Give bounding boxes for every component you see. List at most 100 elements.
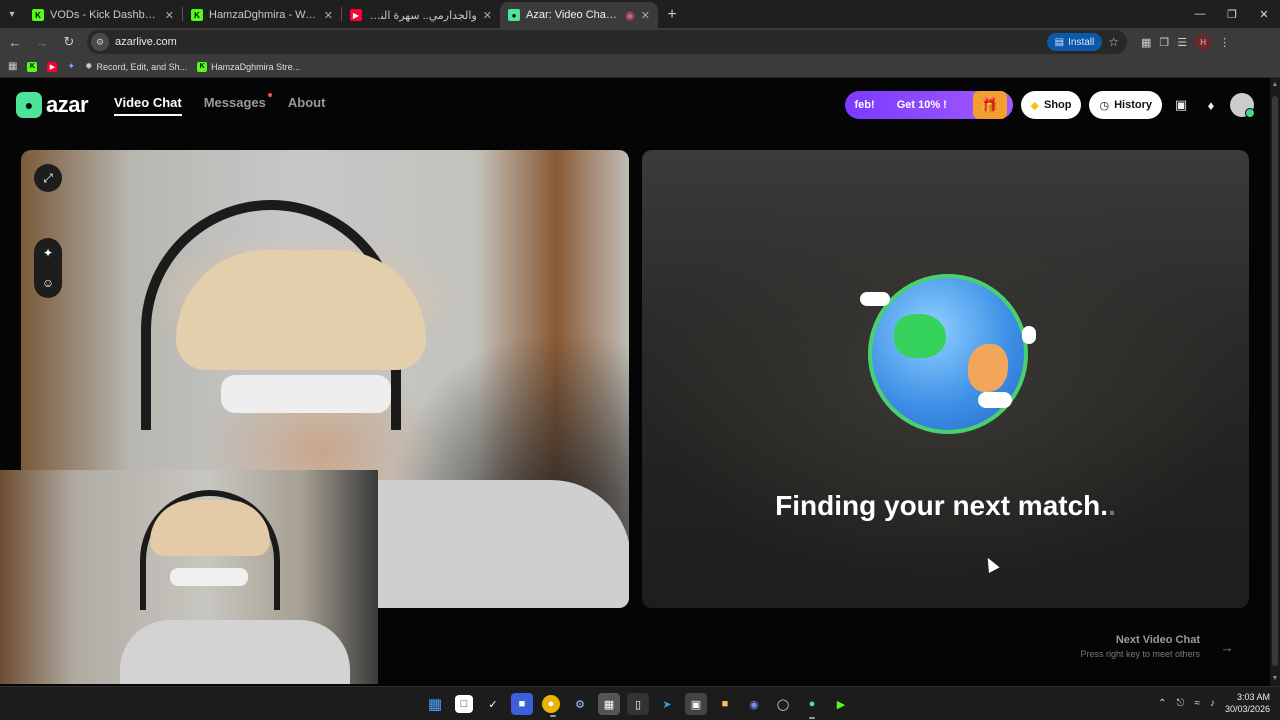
overlay-cap xyxy=(150,500,270,556)
install-icon: ▤ xyxy=(1054,36,1065,48)
promo-text-left: feb! xyxy=(854,99,875,111)
chrome-active-icon[interactable]: ● xyxy=(801,693,823,719)
shop-button[interactable]: ◆ Shop xyxy=(1020,91,1082,119)
url-text[interactable]: azarlive.com xyxy=(115,36,177,48)
file-explorer-icon[interactable]: ■ xyxy=(714,693,736,715)
telegram-icon[interactable]: ➤ xyxy=(656,693,678,715)
bookmark-star-icon[interactable]: ☆ xyxy=(1108,35,1119,49)
extension-icon[interactable]: ▦ xyxy=(1141,36,1151,49)
install-app-button[interactable]: ▤ Install xyxy=(1046,33,1103,51)
sparkle-icon: ✦ xyxy=(67,61,75,71)
azar-logo-icon: ● xyxy=(16,92,42,118)
video-subject-cap xyxy=(176,250,426,370)
close-tab-icon[interactable]: ✕ xyxy=(641,9,650,22)
nav-label: Messages xyxy=(203,94,266,110)
shop-label: Shop xyxy=(1043,99,1072,111)
toolbar-icons: ▦ ❐ ☰ H ⋮ xyxy=(1141,34,1230,50)
new-tab-button[interactable]: + xyxy=(658,2,686,28)
menu-kebab-icon[interactable]: ⋮ xyxy=(1219,36,1230,49)
close-window-icon[interactable]: ✕ xyxy=(1248,0,1280,28)
arrow-right-icon[interactable]: → xyxy=(1216,636,1238,658)
microphone-icon[interactable]: ⎋ xyxy=(1177,698,1185,709)
system-tray: ⌃ ⎋ ≈ ♪ 3:03 AM 30/03/2026 xyxy=(1158,691,1270,715)
azar-logo[interactable]: ● azar xyxy=(16,92,89,118)
history-button[interactable]: ◷ History xyxy=(1089,91,1162,119)
apps-grid-icon[interactable]: ▦ xyxy=(8,61,17,72)
back-icon[interactable]: ← xyxy=(3,30,27,54)
terminal-icon[interactable]: ▯ xyxy=(627,693,649,715)
kick-icon: K xyxy=(191,9,203,21)
page-scrollbar[interactable]: ▲ ▼ xyxy=(1270,78,1280,686)
restore-icon[interactable]: ❐ xyxy=(1216,0,1248,28)
nav-about[interactable]: About xyxy=(288,95,326,116)
tab-kick-dashboard[interactable]: K VODs - Kick Dashboard ✕ xyxy=(24,2,182,28)
scroll-down-icon[interactable]: ▼ xyxy=(1270,674,1280,684)
overlay-glasses xyxy=(170,568,248,586)
chrome-icon[interactable]: ● xyxy=(542,695,560,717)
app-icon[interactable]: ▣ xyxy=(685,693,707,715)
treasure-chest-icon: 🎁 xyxy=(972,91,1007,119)
site-info-icon[interactable]: ⚙ xyxy=(91,33,109,51)
close-tab-icon[interactable]: ✕ xyxy=(483,9,492,22)
history-label: History xyxy=(1114,99,1152,111)
forward-icon[interactable]: → xyxy=(30,30,54,54)
tab-azar[interactable]: ● Azar: Video Chat with New ◉ ✕ xyxy=(500,2,658,28)
task-view-icon[interactable]: □ xyxy=(455,695,473,713)
blue-app-icon[interactable]: ■ xyxy=(511,693,533,715)
partner-video-panel: Finding your next match.. xyxy=(642,150,1249,608)
bookmark-hamza[interactable]: K HamzaDghmira Stre... xyxy=(197,61,300,72)
tab-search-icon[interactable]: ▾ xyxy=(0,0,24,28)
checkmark-app-icon[interactable]: ✓ xyxy=(482,693,504,715)
close-tab-icon[interactable]: ✕ xyxy=(165,9,174,22)
inbox-icon[interactable]: ▣ xyxy=(1170,94,1192,116)
taskbar-clock[interactable]: 3:03 AM 30/03/2026 xyxy=(1225,691,1270,715)
profile-avatar[interactable]: H xyxy=(1195,34,1212,50)
kick-studio-icon[interactable]: ▶ xyxy=(830,693,852,715)
bookmark-sparkle[interactable]: ✦ xyxy=(67,61,75,72)
obs-icon[interactable]: ◯ xyxy=(772,693,794,715)
nav-messages[interactable]: Messages xyxy=(203,92,272,116)
tab-title: والجدارمي.. سهرة النشاط بامتياز xyxy=(368,9,477,22)
wifi-icon[interactable]: ≈ xyxy=(1194,698,1200,709)
youtube-icon: ▶ xyxy=(47,61,58,72)
store-icon[interactable]: ▦ xyxy=(598,693,620,715)
loom-icon: ✸ xyxy=(85,61,93,71)
discord-icon[interactable]: ◉ xyxy=(743,693,765,715)
promo-banner[interactable]: feb! Get 10% ! 🎁 xyxy=(844,91,1013,119)
address-bar[interactable]: ⚙ azarlive.com ▤ Install ☆ xyxy=(87,30,1127,54)
azar-page: ● azar Video Chat Messages About feb! Ge… xyxy=(0,78,1270,686)
tab-hamza-vods[interactable]: K HamzaDghmira - Watch the VO ✕ xyxy=(183,2,341,28)
globe-land-orange xyxy=(968,344,1008,392)
logo-text: azar xyxy=(46,92,89,117)
scroll-up-icon[interactable]: ▲ xyxy=(1270,80,1280,90)
main-nav: Video Chat Messages About xyxy=(114,92,326,116)
reload-icon[interactable]: ↻ xyxy=(57,30,81,54)
bookmark-loom[interactable]: ✸ Record, Edit, and Sh... xyxy=(85,61,187,72)
steam-icon[interactable]: ⚙ xyxy=(569,693,591,715)
bookmark-youtube[interactable]: ▶ xyxy=(47,61,58,72)
site-header: ● azar Video Chat Messages About feb! Ge… xyxy=(16,90,1255,120)
user-avatar[interactable] xyxy=(1230,93,1255,118)
overlay-shirt xyxy=(120,620,350,684)
face-filter-icon[interactable]: ☺ xyxy=(34,268,62,298)
puzzle-icon[interactable]: ❐ xyxy=(1159,36,1169,49)
tray-expand-icon[interactable]: ⌃ xyxy=(1158,698,1166,709)
expand-icon[interactable]: ⤢ xyxy=(34,164,62,192)
bell-icon[interactable]: ♦ xyxy=(1200,94,1222,116)
windows-start-icon[interactable]: ▦ xyxy=(424,693,446,715)
bookmark-kick[interactable]: K xyxy=(27,61,38,72)
magic-wand-icon[interactable]: ✦ xyxy=(34,238,62,268)
nav-video-chat[interactable]: Video Chat xyxy=(114,95,182,116)
tab-youtube[interactable]: ▶ والجدارمي.. سهرة النشاط بامتياز ✕ xyxy=(342,2,500,28)
close-tab-icon[interactable]: ✕ xyxy=(324,9,333,22)
install-label: Install xyxy=(1068,36,1095,48)
volume-icon[interactable]: ♪ xyxy=(1210,698,1215,709)
kick-icon: K xyxy=(197,61,208,72)
tab-title: HamzaDghmira - Watch the VO xyxy=(209,9,318,21)
tab-title: Azar: Video Chat with New xyxy=(526,9,620,21)
bookmarks-bar: ▦ K ▶ ✦ ✸ Record, Edit, and Sh... K Hamz… xyxy=(0,56,1280,78)
media-control-icon[interactable]: ☰ xyxy=(1177,36,1187,49)
minimize-icon[interactable]: — xyxy=(1184,0,1216,28)
scrollbar-thumb[interactable] xyxy=(1272,96,1278,666)
next-video-chat[interactable]: Next Video Chat Press right key to meet … xyxy=(1080,634,1200,659)
